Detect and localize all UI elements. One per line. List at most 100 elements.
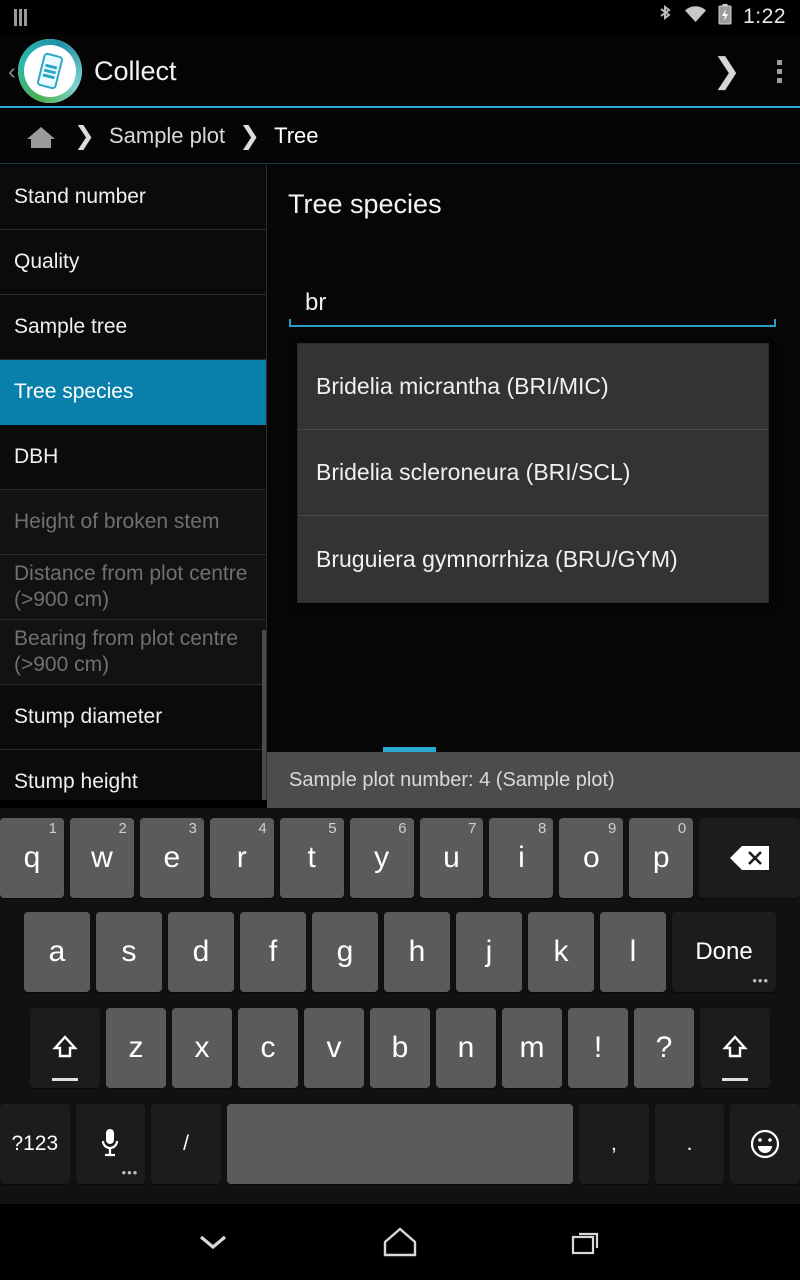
keyboard-row-2: a s d f g h j k l Done ••• <box>0 904 800 1000</box>
comma-key[interactable]: , <box>579 1104 649 1184</box>
next-arrow-icon[interactable]: ❯ <box>713 51 742 91</box>
key-label-r: r <box>236 841 247 874</box>
autocomplete-dropdown[interactable]: Bridelia micrantha (BRI/MIC) Bridelia sc… <box>297 343 769 603</box>
key-n[interactable]: n <box>436 1008 496 1088</box>
key-label-t: t <box>307 841 316 874</box>
key-v[interactable]: v <box>304 1008 364 1088</box>
key-o[interactable]: 9o <box>559 818 624 898</box>
breadcrumb-item-sample-plot[interactable]: Sample plot <box>109 123 225 149</box>
key-j[interactable]: j <box>456 912 522 992</box>
microphone-icon[interactable]: ••• <box>75 1104 146 1184</box>
slash-key[interactable]: / <box>151 1104 221 1184</box>
input-underline <box>289 319 776 327</box>
mic-key-more-dots: ••• <box>121 1165 139 1180</box>
backspace-icon[interactable] <box>699 818 800 898</box>
sidebar-item-stand-number[interactable]: Stand number <box>0 165 266 230</box>
suggestion-item-1[interactable]: Bridelia scleroneura (BRI/SCL) <box>298 430 768 516</box>
status-bar-notifications <box>14 8 27 26</box>
key-b[interactable]: b <box>370 1008 430 1088</box>
key-p[interactable]: 0p <box>629 818 694 898</box>
key-e[interactable]: 3e <box>139 818 204 898</box>
sidebar-item-height-of-broken-stem: Height of broken stem <box>0 490 266 555</box>
soft-keyboard[interactable]: 1q 2w 3e 4r 5t 6y 7u 8i 9o 0p a s d f g … <box>0 808 800 1204</box>
overflow-menu-icon[interactable] <box>777 59 782 83</box>
key-hint-0: 0 <box>677 820 687 837</box>
key-hint-2: 2 <box>118 820 127 837</box>
key-label-w: w <box>91 841 113 874</box>
shift-underbar-left <box>52 1078 78 1081</box>
breadcrumb-separator-2: ❯ <box>239 122 261 150</box>
key-w[interactable]: 2w <box>69 818 134 898</box>
sidebar-scrollbar[interactable] <box>262 630 266 800</box>
sidebar-item-distance-from-plot-centre: Distance from plot centre (>900 cm) <box>0 555 266 620</box>
key-i[interactable]: 8i <box>489 818 554 898</box>
key-a[interactable]: a <box>24 912 90 992</box>
suggestion-item-2[interactable]: Bruguiera gymnorrhiza (BRU/GYM) <box>298 516 768 602</box>
sidebar-item-quality[interactable]: Quality <box>0 230 266 295</box>
key-y[interactable]: 6y <box>349 818 414 898</box>
key-m[interactable]: m <box>502 1008 562 1088</box>
status-strip-label: Sample plot number: 4 (Sample plot) <box>289 768 615 791</box>
emoji-icon[interactable] <box>730 1104 800 1184</box>
sidebar-item-stump-height[interactable]: Stump height <box>0 750 266 800</box>
space-key[interactable] <box>226 1104 574 1184</box>
key-label-y: y <box>374 841 390 874</box>
action-bar-actions: ❯ <box>713 51 782 91</box>
key-x[interactable]: x <box>172 1008 232 1088</box>
sidebar-item-tree-species[interactable]: Tree species <box>0 360 266 425</box>
sidebar-item-sample-tree[interactable]: Sample tree <box>0 295 266 360</box>
key-label-o: o <box>583 841 600 874</box>
key-exclamation[interactable]: ! <box>568 1008 628 1088</box>
key-f[interactable]: f <box>240 912 306 992</box>
page-title: Collect <box>94 55 177 86</box>
wifi-icon <box>684 5 707 29</box>
key-question[interactable]: ? <box>634 1008 694 1088</box>
key-d[interactable]: d <box>168 912 234 992</box>
key-hint-6: 6 <box>398 820 407 837</box>
status-strip[interactable]: Sample plot number: 4 (Sample plot) <box>267 752 800 808</box>
key-u[interactable]: 7u <box>419 818 484 898</box>
key-s[interactable]: s <box>96 912 162 992</box>
status-bar-clock: 1:22 <box>743 5 786 28</box>
collect-app-icon[interactable] <box>18 39 82 103</box>
symbols-key[interactable]: ?123 <box>0 1104 70 1184</box>
key-r[interactable]: 4r <box>209 818 274 898</box>
key-t[interactable]: 5t <box>279 818 344 898</box>
recents-icon[interactable] <box>557 1219 617 1265</box>
shift-icon-left[interactable] <box>30 1008 100 1088</box>
key-label-p: p <box>652 841 670 874</box>
done-key[interactable]: Done ••• <box>672 912 776 992</box>
attribute-sidebar[interactable]: Stand number Quality Sample tree Tree sp… <box>0 165 267 800</box>
field-title: Tree species <box>288 189 442 219</box>
breadcrumb-divider <box>0 163 800 164</box>
keyboard-row-1: 1q 2w 3e 4r 5t 6y 7u 8i 9o 0p <box>0 808 800 904</box>
sidebar-item-dbh[interactable]: DBH <box>0 425 266 490</box>
key-q[interactable]: 1q <box>0 818 64 898</box>
navigation-bar <box>0 1204 800 1280</box>
key-k[interactable]: k <box>528 912 594 992</box>
key-label-i: i <box>518 841 525 874</box>
key-g[interactable]: g <box>312 912 378 992</box>
key-h[interactable]: h <box>384 912 450 992</box>
shift-icon-right[interactable] <box>700 1008 770 1088</box>
keyboard-dismiss-icon[interactable] <box>183 1219 243 1265</box>
done-key-label: Done <box>695 938 753 965</box>
android-screen: 1:22 ‹ Collect ❯ ❯ Sample plot ❯ Tree St… <box>0 0 800 1280</box>
suggestion-item-0[interactable]: Bridelia micrantha (BRI/MIC) <box>298 344 768 430</box>
key-c[interactable]: c <box>238 1008 298 1088</box>
status-bar-system-icons: 1:22 <box>658 4 786 30</box>
keyboard-row-4: ?123 ••• / , . <box>0 1096 800 1192</box>
tree-species-input[interactable] <box>289 285 776 325</box>
period-key[interactable]: . <box>654 1104 725 1184</box>
key-hint-8: 8 <box>538 820 547 837</box>
tree-species-field[interactable] <box>289 285 776 327</box>
sidebar-item-stump-diameter[interactable]: Stump diameter <box>0 685 266 750</box>
key-label-u: u <box>443 841 460 874</box>
home-icon[interactable] <box>22 124 60 148</box>
breadcrumb: ❯ Sample plot ❯ Tree <box>0 108 800 164</box>
home-nav-icon[interactable] <box>370 1219 430 1265</box>
status-bar: 1:22 <box>0 0 800 34</box>
key-l[interactable]: l <box>600 912 666 992</box>
breadcrumb-item-tree[interactable]: Tree <box>274 123 318 149</box>
key-z[interactable]: z <box>106 1008 166 1088</box>
